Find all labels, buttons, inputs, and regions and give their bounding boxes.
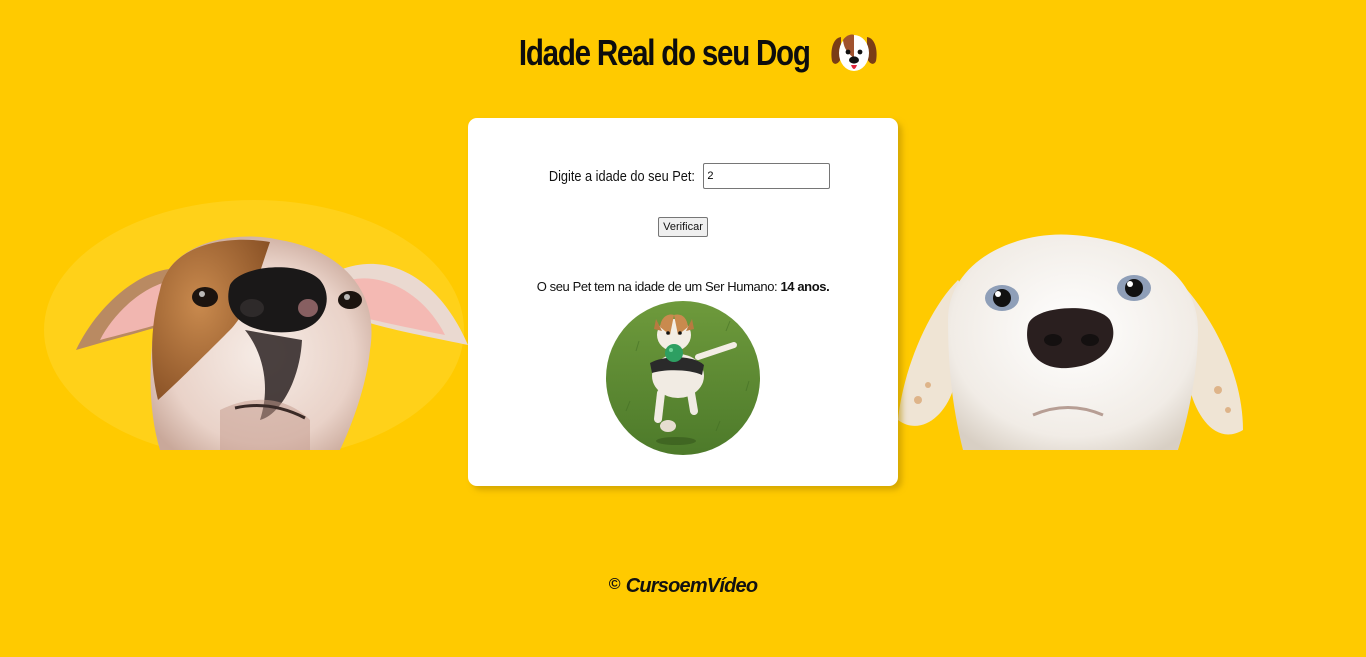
- age-calculator-card: Digite a idade do seu Pet: Verificar O s…: [468, 118, 898, 486]
- result-value: 14 anos.: [780, 279, 830, 294]
- copyright-symbol: ©: [608, 576, 621, 593]
- running-dog-photo: [606, 301, 760, 455]
- age-input[interactable]: [703, 163, 831, 189]
- age-input-label: Digite a idade do seu Pet:: [548, 167, 695, 185]
- result-text: O seu Pet tem na idade de um Ser Humano:…: [468, 279, 898, 294]
- footer-brand: CursoemVídeo: [625, 575, 758, 597]
- page-title: Idade Real do seu Dog: [518, 32, 811, 73]
- page: Idade Real do seu Dog Digite a idade do …: [0, 0, 1366, 657]
- right-dog-image: [898, 220, 1258, 450]
- verify-button[interactable]: Verificar: [658, 217, 708, 237]
- left-dog-image: [40, 180, 468, 450]
- age-form: Digite a idade do seu Pet:: [468, 163, 898, 189]
- dog-face-icon: [831, 34, 877, 71]
- footer: © CursoemVídeo: [0, 575, 1366, 598]
- result-prefix: O seu Pet tem na idade de um Ser Humano:: [536, 279, 778, 294]
- header: Idade Real do seu Dog: [0, 28, 1366, 78]
